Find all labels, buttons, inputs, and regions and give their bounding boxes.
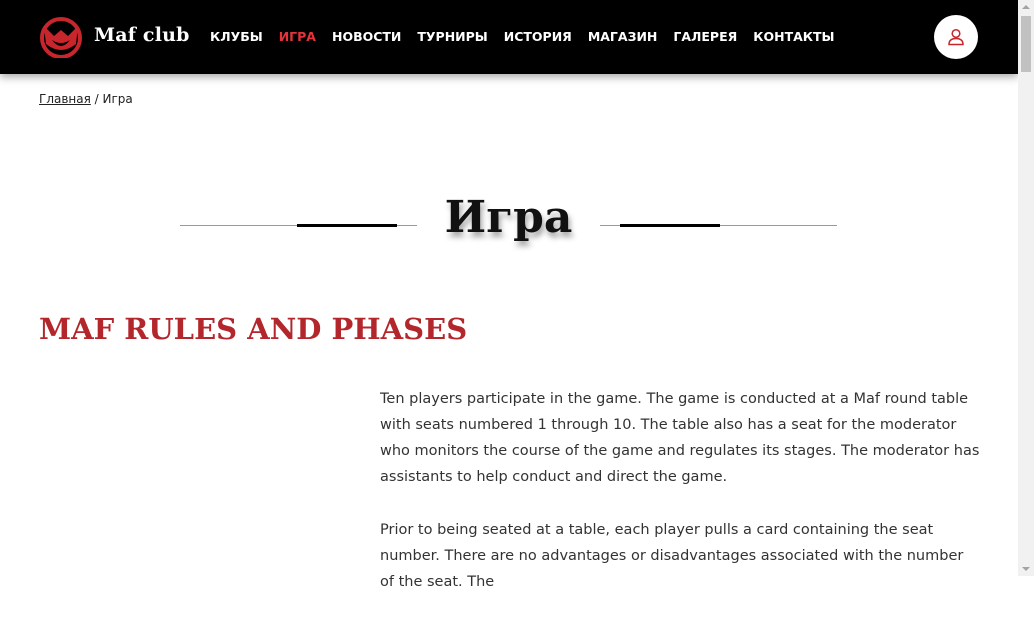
nav-item-shop[interactable]: МАГАЗИН xyxy=(588,29,658,44)
user-account-button[interactable] xyxy=(934,15,978,59)
site-header: Maf club КЛУБЫ ИГРА НОВОСТИ ТУРНИРЫ ИСТО… xyxy=(0,0,1018,74)
nav-item-game[interactable]: ИГРА xyxy=(279,29,316,44)
page-title-block: Игра xyxy=(180,190,837,260)
main-nav: КЛУБЫ ИГРА НОВОСТИ ТУРНИРЫ ИСТОРИЯ МАГАЗ… xyxy=(210,29,850,44)
breadcrumb-current: Игра xyxy=(102,92,133,106)
page-title: Игра xyxy=(444,192,573,243)
nav-item-history[interactable]: ИСТОРИЯ xyxy=(504,29,572,44)
breadcrumb-home-link[interactable]: Главная xyxy=(39,92,91,106)
section-heading: MAF RULES AND PHASES xyxy=(39,312,468,346)
paragraph: Ten players participate in the game. The… xyxy=(380,391,980,485)
scroll-down-arrow-icon[interactable] xyxy=(1022,567,1030,571)
page-scrollbar[interactable] xyxy=(1018,0,1034,576)
nav-item-clubs[interactable]: КЛУБЫ xyxy=(210,29,263,44)
user-icon xyxy=(948,28,964,46)
paragraph: Prior to being seated at a table, each p… xyxy=(380,522,964,590)
nav-item-news[interactable]: НОВОСТИ xyxy=(332,29,401,44)
scroll-thumb[interactable] xyxy=(1021,16,1031,72)
nav-item-tournaments[interactable]: ТУРНИРЫ xyxy=(417,29,487,44)
nav-item-contacts[interactable]: КОНТАКТЫ xyxy=(753,29,834,44)
scroll-up-arrow-icon[interactable] xyxy=(1022,5,1030,9)
breadcrumb-separator: / xyxy=(90,92,103,106)
logo-text[interactable]: Maf club xyxy=(94,24,190,46)
maf-logo-icon[interactable] xyxy=(38,16,84,58)
nav-item-gallery[interactable]: ГАЛЕРЕЯ xyxy=(673,29,737,44)
article-content: Ten players participate in the game. The… xyxy=(380,386,980,622)
breadcrumb: Главная / Игра xyxy=(39,92,133,106)
